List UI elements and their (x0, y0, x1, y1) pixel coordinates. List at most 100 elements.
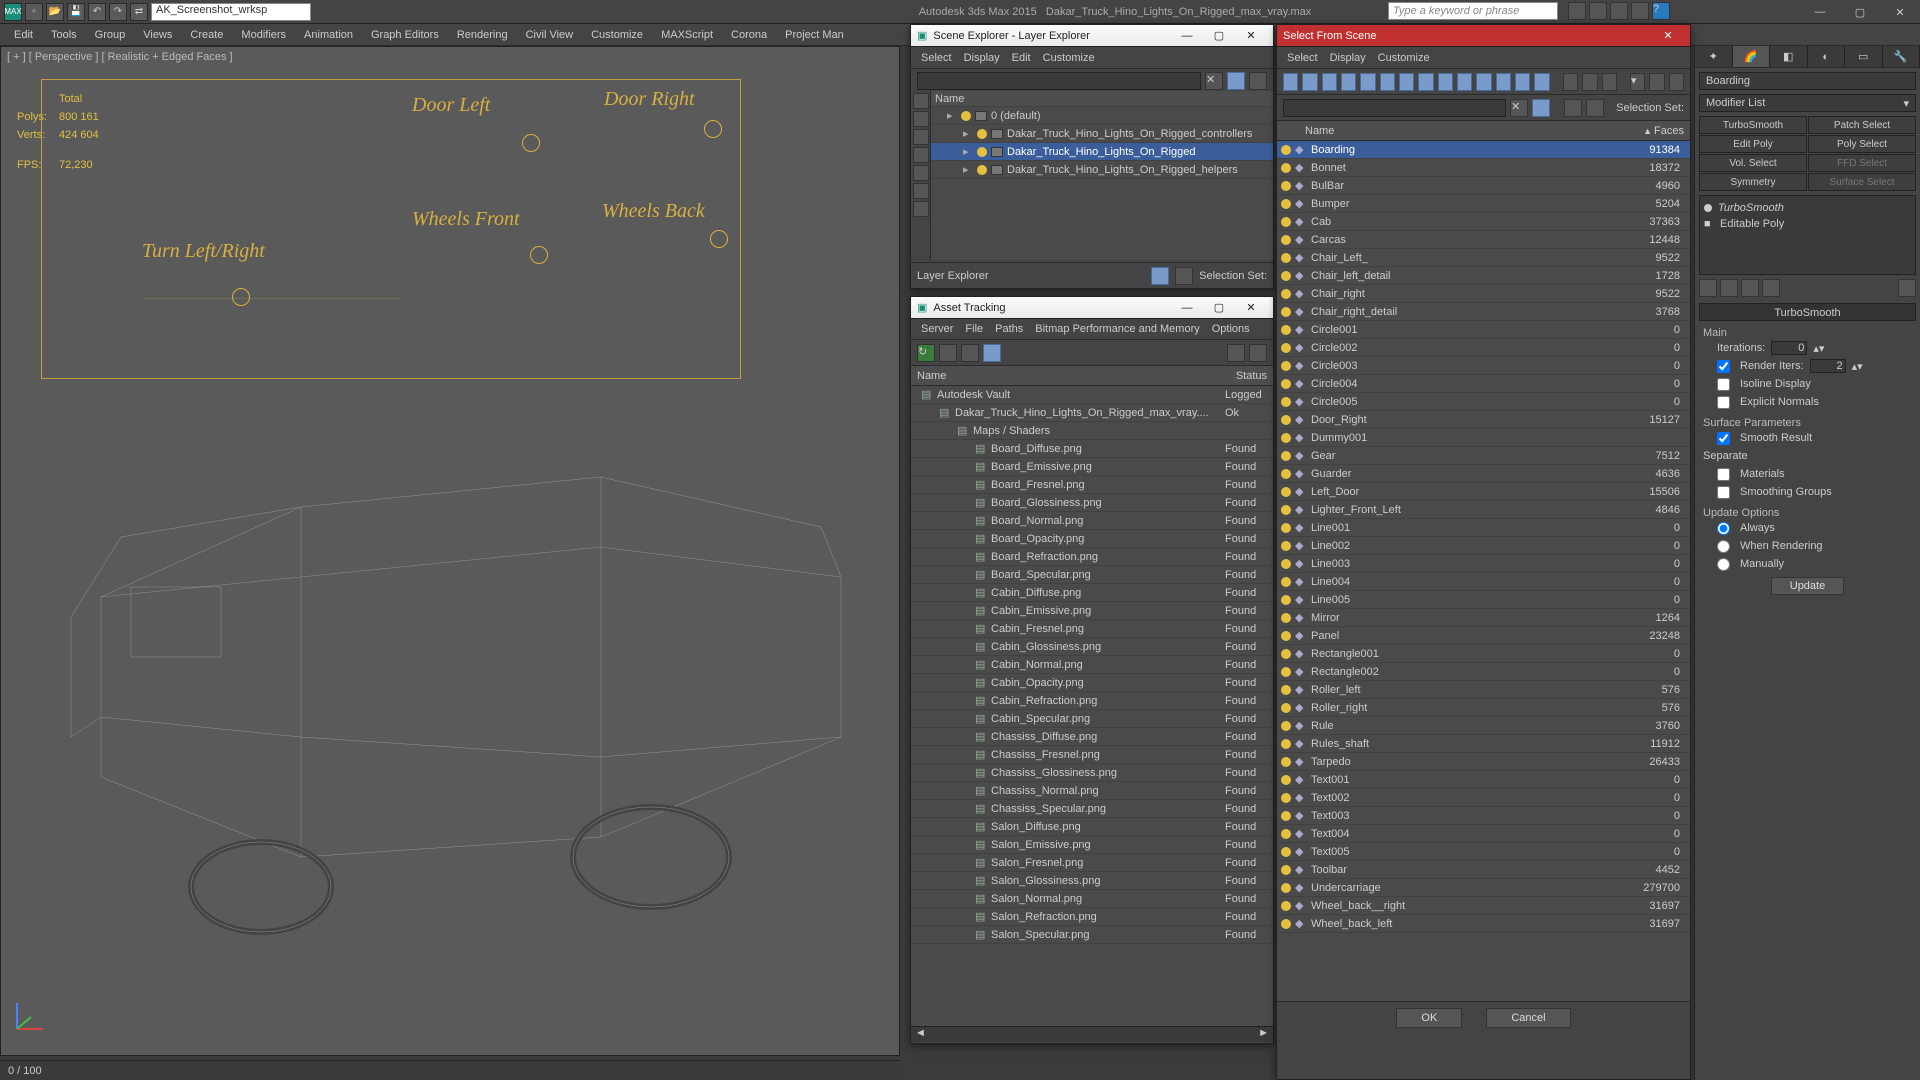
layer-row[interactable]: ▸0 (default) (931, 107, 1273, 125)
rig-door-left-handle[interactable] (522, 134, 540, 152)
minimize-icon[interactable]: — (1800, 0, 1840, 24)
object-row[interactable]: ◆Line0010 (1277, 519, 1690, 537)
object-row[interactable]: ◆Lighter_Front_Left4846 (1277, 501, 1690, 519)
column-name[interactable]: Name (1305, 125, 1643, 137)
object-row[interactable]: ◆Left_Door15506 (1277, 483, 1690, 501)
visibility-icon[interactable] (1281, 595, 1291, 605)
visibility-icon[interactable] (1281, 487, 1291, 497)
visibility-icon[interactable] (1281, 235, 1291, 245)
asset-row[interactable]: ▤Cabin_Emissive.pngFound (911, 602, 1273, 620)
bulb-icon[interactable] (1704, 204, 1712, 212)
select-from-scene-title[interactable]: Select From Scene ✕ (1277, 25, 1690, 47)
layer-mode-icon[interactable] (1151, 267, 1169, 285)
asset-row[interactable]: ▤Cabin_Refraction.pngFound (911, 692, 1273, 710)
object-row[interactable]: ◆Rectangle0020 (1277, 663, 1690, 681)
show-end-icon[interactable] (1720, 279, 1738, 297)
object-row[interactable]: ◆Undercarriage279700 (1277, 879, 1690, 897)
visibility-icon[interactable] (1281, 325, 1291, 335)
visibility-icon[interactable] (1281, 145, 1291, 155)
app-menu-icon[interactable]: MAX (4, 3, 22, 21)
object-row[interactable]: ◆Circle0040 (1277, 375, 1690, 393)
rollout-header[interactable]: TurboSmooth (1699, 303, 1916, 321)
object-row[interactable]: ◆Chair_Left_9522 (1277, 249, 1690, 267)
filter-geometry-icon[interactable] (1302, 73, 1317, 91)
scene-explorer-search-input[interactable] (917, 72, 1201, 90)
collapse-icon[interactable] (1586, 99, 1604, 117)
sfs-search-input[interactable] (1283, 99, 1506, 117)
asset-row[interactable]: ▤Cabin_Opacity.pngFound (911, 674, 1273, 692)
asset-row[interactable]: ▤Dakar_Truck_Hino_Lights_On_Rigged_max_v… (911, 404, 1273, 422)
asset-row[interactable]: ▤Chassiss_Diffuse.pngFound (911, 728, 1273, 746)
object-row[interactable]: ◆Line0050 (1277, 591, 1690, 609)
menu-rendering[interactable]: Rendering (449, 27, 516, 43)
maximize-icon[interactable]: ▢ (1203, 298, 1235, 318)
object-row[interactable]: ◆Circle0010 (1277, 321, 1690, 339)
sort-icon[interactable]: ▾ (1630, 73, 1645, 91)
rig-door-right-handle[interactable] (704, 120, 722, 138)
scene-explorer-tree[interactable]: Name ▸0 (default)▸Dakar_Truck_Hino_Light… (931, 91, 1273, 260)
filter-shapes-icon[interactable] (1322, 73, 1337, 91)
close-icon[interactable]: ✕ (1235, 26, 1267, 46)
asset-row[interactable]: ▤Board_Refraction.pngFound (911, 548, 1273, 566)
object-row[interactable]: ◆Roller_left576 (1277, 681, 1690, 699)
visibility-icon[interactable] (1281, 775, 1291, 785)
settings-icon[interactable] (1249, 344, 1267, 362)
flat-view-icon[interactable] (961, 344, 979, 362)
menu-server[interactable]: Server (921, 323, 953, 335)
visibility-icon[interactable] (1281, 361, 1291, 371)
smoothing-groups-checkbox[interactable] (1717, 486, 1730, 499)
object-row[interactable]: ◆Roller_right576 (1277, 699, 1690, 717)
object-row[interactable]: ◆Line0020 (1277, 537, 1690, 555)
filter-6-icon[interactable] (913, 183, 929, 199)
visibility-icon[interactable] (1281, 199, 1291, 209)
layer-row[interactable]: ▸Dakar_Truck_Hino_Lights_On_Rigged_contr… (931, 125, 1273, 143)
visibility-icon[interactable] (1281, 559, 1291, 569)
update-button[interactable]: Update (1771, 577, 1844, 595)
isoline-checkbox[interactable] (1717, 378, 1730, 391)
asset-row[interactable]: ▤Autodesk VaultLogged (911, 386, 1273, 404)
when-rendering-radio[interactable] (1717, 540, 1730, 553)
tree-view-icon[interactable] (939, 344, 957, 362)
object-row[interactable]: ◆Boarding91384 (1277, 141, 1690, 159)
visibility-icon[interactable] (1281, 379, 1291, 389)
asset-row[interactable]: ▤Board_Diffuse.pngFound (911, 440, 1273, 458)
new-icon[interactable]: ▫ (25, 3, 43, 21)
search-input[interactable]: Type a keyword or phrase (1388, 2, 1558, 20)
visibility-icon[interactable] (1281, 541, 1291, 551)
filter-spacewarps-icon[interactable] (1399, 73, 1414, 91)
filter-groups-icon[interactable] (1418, 73, 1433, 91)
asset-row[interactable]: ▤Maps / Shaders (911, 422, 1273, 440)
modifier-stack[interactable]: TurboSmooth ■Editable Poly (1699, 195, 1916, 275)
viewport-perspective[interactable]: [ + ] [ Perspective ] [ Realistic + Edge… (0, 46, 900, 1056)
visibility-icon[interactable] (1281, 721, 1291, 731)
object-row[interactable]: ◆Text0050 (1277, 843, 1690, 861)
asset-list[interactable]: ▤Autodesk VaultLogged▤Dakar_Truck_Hino_L… (911, 386, 1273, 1026)
visibility-icon[interactable] (977, 129, 987, 139)
menu-edit[interactable]: Edit (6, 27, 41, 43)
asset-row[interactable]: ▤Chassiss_Specular.pngFound (911, 800, 1273, 818)
asset-tracking-title[interactable]: ▣ Asset Tracking — ▢ ✕ (911, 297, 1273, 319)
visibility-icon[interactable] (1281, 163, 1291, 173)
object-row[interactable]: ◆Line0030 (1277, 555, 1690, 573)
object-row[interactable]: ◆Bumper5204 (1277, 195, 1690, 213)
asset-row[interactable]: ▤Salon_Diffuse.pngFound (911, 818, 1273, 836)
columns-icon[interactable] (1649, 73, 1664, 91)
visibility-icon[interactable] (1281, 397, 1291, 407)
filter-hidden-icon[interactable] (1515, 73, 1530, 91)
asset-row[interactable]: ▤Board_Specular.pngFound (911, 566, 1273, 584)
exchange-icon[interactable] (1589, 2, 1607, 20)
make-unique-icon[interactable] (1741, 279, 1759, 297)
object-row[interactable]: ◆Dummy001 (1277, 429, 1690, 447)
object-row[interactable]: ◆Guarder4636 (1277, 465, 1690, 483)
select-all-icon[interactable] (1563, 73, 1578, 91)
visibility-icon[interactable] (1281, 685, 1291, 695)
filter-helpers-icon[interactable] (1380, 73, 1395, 91)
mod-btn-vol.-select[interactable]: Vol. Select (1699, 154, 1807, 172)
visibility-icon[interactable] (1281, 289, 1291, 299)
menu-edit[interactable]: Edit (1012, 52, 1031, 64)
select-invert-icon[interactable] (1602, 73, 1617, 91)
object-row[interactable]: ◆Door_Right15127 (1277, 411, 1690, 429)
smooth-result-checkbox[interactable] (1717, 432, 1730, 445)
filter-frozen-icon[interactable] (1496, 73, 1511, 91)
select-none-icon[interactable] (1582, 73, 1597, 91)
